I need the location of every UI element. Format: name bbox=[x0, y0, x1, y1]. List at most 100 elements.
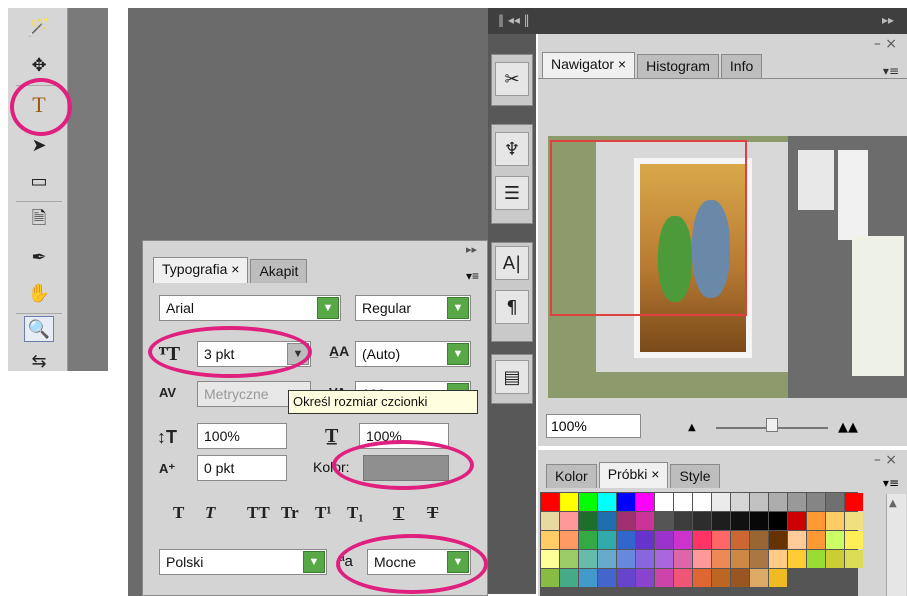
color-swatch[interactable] bbox=[579, 512, 597, 530]
chevron-down-icon[interactable]: ▼ bbox=[447, 343, 469, 365]
color-swatch[interactable] bbox=[807, 531, 825, 549]
color-swatch[interactable] bbox=[598, 512, 616, 530]
color-swatch[interactable] bbox=[788, 531, 806, 549]
color-swatch[interactable] bbox=[788, 550, 806, 568]
color-swatch[interactable] bbox=[807, 550, 825, 568]
color-swatch[interactable] bbox=[826, 531, 844, 549]
color-swatch[interactable] bbox=[598, 531, 616, 549]
color-swatch[interactable] bbox=[598, 493, 616, 511]
zoom-icon[interactable]: 🔍 bbox=[24, 316, 54, 342]
color-swatch[interactable] bbox=[674, 512, 692, 530]
color-swatch[interactable] bbox=[560, 550, 578, 568]
color-swatch[interactable] bbox=[617, 569, 635, 587]
chevron-down-icon[interactable]: ▼ bbox=[447, 551, 469, 573]
color-swatch[interactable] bbox=[788, 512, 806, 530]
color-swatch[interactable] bbox=[617, 512, 635, 530]
color-swatch[interactable] bbox=[750, 493, 768, 511]
color-swatch[interactable] bbox=[807, 512, 825, 530]
all-caps-button[interactable]: TT bbox=[247, 503, 270, 523]
strikethrough-button[interactable]: T bbox=[427, 503, 438, 523]
color-swatch[interactable] bbox=[693, 550, 711, 568]
tab-probki[interactable]: Próbki × bbox=[598, 462, 669, 488]
color-swatch[interactable] bbox=[560, 493, 578, 511]
color-swatch[interactable] bbox=[731, 493, 749, 511]
color-swatch[interactable] bbox=[541, 550, 559, 568]
antialias-select[interactable]: Mocne ▼ bbox=[367, 549, 471, 575]
horizontal-scale-field[interactable]: 100% bbox=[359, 423, 449, 449]
vertical-scale-field[interactable]: 100% bbox=[197, 423, 287, 449]
swap-colors-icon[interactable]: ⇆ bbox=[24, 348, 54, 374]
baseline-shift-field[interactable]: 0 pkt bbox=[197, 455, 287, 481]
clone-source-icon[interactable]: ♆ bbox=[495, 132, 529, 166]
color-swatch[interactable] bbox=[826, 512, 844, 530]
color-swatch[interactable] bbox=[579, 550, 597, 568]
color-swatch[interactable] bbox=[845, 550, 863, 568]
zoom-field[interactable]: 100% bbox=[546, 414, 641, 438]
font-family-select[interactable]: Arial ▼ bbox=[159, 295, 341, 321]
chevron-down-icon[interactable]: ▼ bbox=[317, 297, 339, 319]
color-swatch[interactable] bbox=[845, 512, 863, 530]
tab-kolor[interactable]: Kolor bbox=[546, 464, 597, 488]
expand-right-icon[interactable]: ▸▸ bbox=[882, 13, 894, 27]
tab-histogram[interactable]: Histogram bbox=[637, 54, 719, 78]
color-swatch[interactable] bbox=[617, 493, 635, 511]
color-swatch[interactable] bbox=[636, 531, 654, 549]
color-swatch[interactable] bbox=[541, 569, 559, 587]
tab-style[interactable]: Style bbox=[670, 464, 720, 488]
tab-navigator[interactable]: Nawigator × bbox=[542, 52, 636, 78]
color-swatch[interactable] bbox=[731, 531, 749, 549]
language-select[interactable]: Polski ▼ bbox=[159, 549, 327, 575]
color-swatch[interactable] bbox=[693, 531, 711, 549]
collapse-left-icon[interactable]: ‖ ◂◂ ‖ bbox=[498, 13, 530, 27]
color-swatch[interactable] bbox=[693, 512, 711, 530]
color-swatch[interactable] bbox=[598, 550, 616, 568]
tools-icon[interactable]: ✂ bbox=[495, 62, 529, 96]
color-swatch[interactable] bbox=[636, 512, 654, 530]
typo-menu-icon[interactable]: ▾≡ bbox=[466, 269, 479, 283]
color-swatch[interactable] bbox=[636, 569, 654, 587]
actions-icon[interactable]: ☰ bbox=[495, 176, 529, 210]
color-swatch[interactable] bbox=[636, 550, 654, 568]
character-panel-icon[interactable]: A| bbox=[495, 246, 529, 280]
color-swatch[interactable] bbox=[769, 493, 787, 511]
color-swatch[interactable] bbox=[655, 531, 673, 549]
navigator-view-box[interactable] bbox=[550, 140, 747, 316]
color-swatch[interactable] bbox=[674, 569, 692, 587]
panel-menu-icon[interactable]: ▾≡ bbox=[883, 64, 899, 78]
swatches-menu-icon[interactable]: ▾≡ bbox=[883, 476, 899, 490]
zoom-in-icon[interactable]: ▲▲ bbox=[838, 420, 858, 435]
color-swatch[interactable] bbox=[712, 493, 730, 511]
color-swatch[interactable] bbox=[655, 569, 673, 587]
color-swatch[interactable] bbox=[560, 531, 578, 549]
path-selection-icon[interactable]: ➤ bbox=[24, 132, 54, 158]
color-swatch[interactable] bbox=[693, 569, 711, 587]
color-swatch[interactable] bbox=[598, 569, 616, 587]
zoom-slider-thumb[interactable] bbox=[766, 418, 778, 432]
swatches-scrollbar[interactable]: ▲ bbox=[886, 494, 906, 596]
color-swatch[interactable] bbox=[636, 493, 654, 511]
color-swatch[interactable] bbox=[712, 512, 730, 530]
text-color-swatch[interactable] bbox=[363, 455, 449, 481]
color-swatch[interactable] bbox=[617, 550, 635, 568]
tab-info[interactable]: Info bbox=[720, 54, 763, 78]
swatches-close-icon[interactable]: – × bbox=[874, 452, 897, 468]
color-swatch[interactable] bbox=[750, 550, 768, 568]
color-swatch[interactable] bbox=[712, 531, 730, 549]
underline-button[interactable]: T bbox=[393, 503, 404, 523]
move-icon[interactable]: ✥ bbox=[24, 52, 54, 78]
color-swatch[interactable] bbox=[731, 569, 749, 587]
font-size-field[interactable]: 3 pkt ▼ bbox=[197, 341, 311, 367]
color-swatch[interactable] bbox=[769, 569, 787, 587]
color-swatch[interactable] bbox=[750, 512, 768, 530]
leading-field[interactable]: (Auto) ▼ bbox=[355, 341, 471, 367]
color-swatch[interactable] bbox=[750, 531, 768, 549]
color-swatch[interactable] bbox=[560, 569, 578, 587]
scroll-up-icon[interactable]: ▲ bbox=[889, 498, 897, 509]
zoom-out-icon[interactable]: ▲ bbox=[688, 422, 696, 433]
color-swatch[interactable] bbox=[788, 493, 806, 511]
color-swatch[interactable] bbox=[674, 531, 692, 549]
magic-wand-icon[interactable]: 🪄 bbox=[24, 14, 54, 40]
tab-typografia[interactable]: Typografia × bbox=[153, 257, 249, 283]
color-swatch[interactable] bbox=[617, 531, 635, 549]
color-swatch[interactable] bbox=[674, 493, 692, 511]
